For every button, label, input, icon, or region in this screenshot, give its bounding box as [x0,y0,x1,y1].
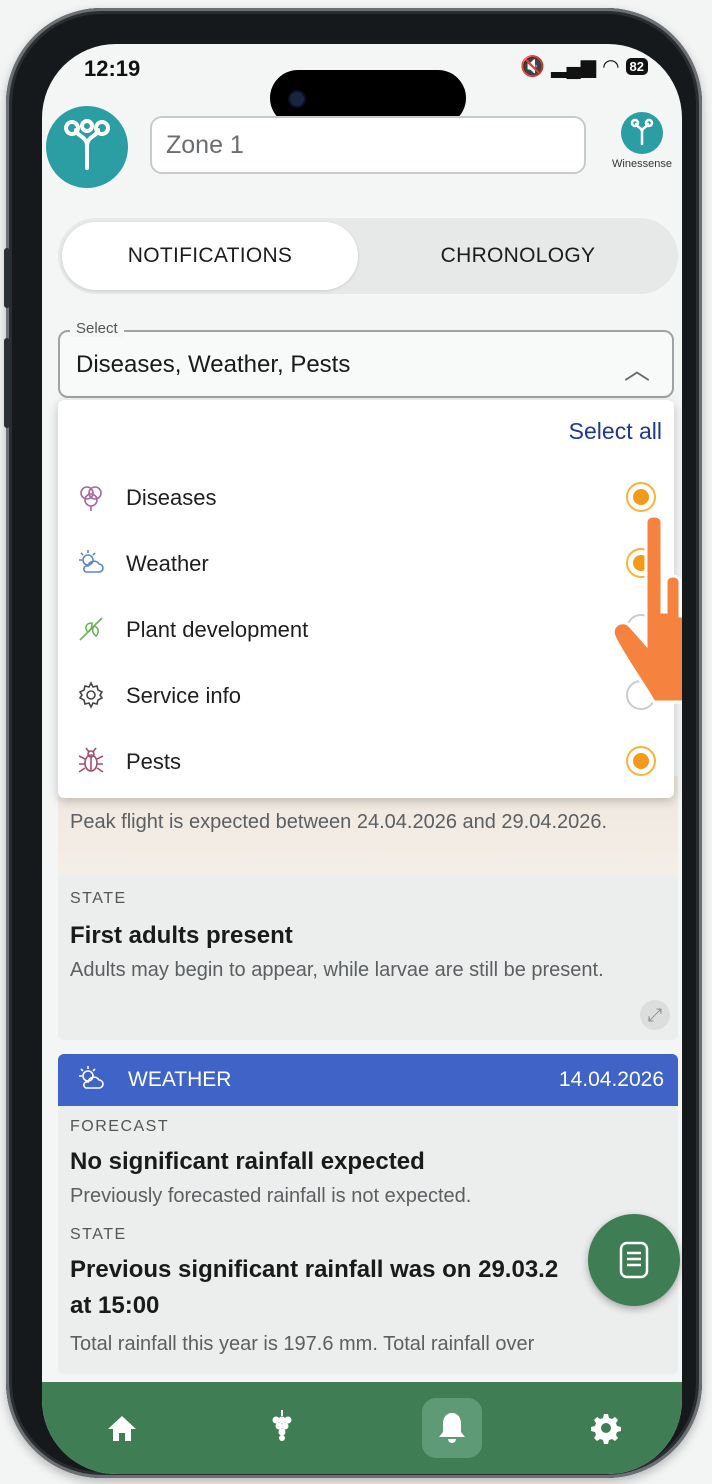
bottom-navigation [42,1382,682,1474]
side-button [4,338,10,428]
option-diseases[interactable]: Diseases [58,468,674,528]
grapes-icon [272,1410,292,1441]
select-value: Diseases, Weather, Pests [76,351,351,378]
state-body: Adults may begin to appear, while larvae… [70,959,604,981]
state-label: STATE [70,890,127,907]
state-label: STATE [70,1226,127,1243]
option-label: Weather [126,551,209,576]
brand-name: Winessense [612,158,672,170]
option-weather[interactable]: Weather [58,534,674,594]
pest-notification-card[interactable]: Peak flight is expected between 24.04.20… [58,776,678,1040]
brand-logo-icon [621,112,663,154]
radio-selected[interactable] [626,482,656,512]
category-dropdown: Select all Diseases Weather Plant develo… [58,400,674,798]
radio-selected[interactable] [626,746,656,776]
nav-settings[interactable] [576,1398,636,1458]
select-all-button[interactable]: Select all [569,418,662,445]
weather-icon [79,550,104,573]
option-label: Diseases [126,485,217,510]
chevron-up-icon[interactable]: ︿ [624,350,650,387]
forecast-title: No significant rainfall expected [70,1148,425,1175]
nav-home[interactable] [92,1398,152,1458]
wifi-icon: ◠ [602,56,620,78]
brand-badge: Winessense [602,112,682,170]
gear-icon [78,681,104,709]
weather-icon [79,1066,104,1089]
option-label: Plant development [126,617,309,642]
state-title-line2: at 15:00 [70,1292,160,1319]
expand-icon[interactable]: ⤢ [640,1000,670,1030]
forecast-label: FORECAST [70,1118,170,1135]
zone-input[interactable]: Zone 1 [150,116,586,174]
option-pests[interactable]: Pests [58,732,674,792]
status-icons: 🔇 ▂▄▆ ◠ 82 [520,54,648,79]
option-plant-development[interactable]: Plant development [58,600,674,660]
bell-icon [439,1413,465,1443]
tab-notifications[interactable]: NOTIFICATIONS [62,222,358,290]
phone-frame: 12:19 🔇 ▂▄▆ ◠ 82 Zone 1 Winessense NOTIF… [4,8,702,1478]
select-legend: Select [70,320,124,337]
weather-card-header: WEATHER 14.04.2026 [58,1054,678,1106]
app-screen: 12:19 🔇 ▂▄▆ ◠ 82 Zone 1 Winessense NOTIF… [42,44,682,1474]
document-icon [619,1241,649,1279]
gear-icon [591,1414,621,1444]
nav-notifications[interactable] [422,1398,482,1458]
zone-value: Zone 1 [166,130,244,159]
status-time: 12:19 [84,56,141,81]
notes-fab-button[interactable] [588,1214,680,1306]
option-label: Service info [126,683,241,708]
option-service-info[interactable]: Service info [58,666,674,726]
signal-icon: ▂▄▆ [551,56,597,78]
nav-vineyard[interactable] [252,1398,312,1458]
option-label: Pests [126,749,182,774]
weather-header-label: WEATHER [128,1068,232,1091]
camera-icon [288,90,306,108]
state-title: First adults present [70,922,293,949]
side-button [4,248,10,308]
battery-icon: 82 [625,58,648,75]
diseases-icon [80,486,102,511]
category-select[interactable]: Select Diseases, Weather, Pests ︿ [58,320,674,398]
app-logo[interactable] [46,106,128,188]
state-body: Total rainfall this year is 197.6 mm. To… [70,1333,535,1355]
forecast-body: Previously forecasted rainfall is not ex… [70,1185,472,1207]
mute-icon: 🔇 [520,56,546,78]
weather-notification-card[interactable]: WEATHER 14.04.2026 FORECAST No significa… [58,1054,678,1374]
bug-icon [78,747,104,773]
plant-icon [79,617,103,641]
peak-flight-text: Peak flight is expected between 24.04.20… [70,811,608,833]
tab-bar: NOTIFICATIONS CHRONOLOGY [58,218,678,294]
state-title: Previous significant rainfall was on 29.… [70,1256,559,1283]
weather-header-date: 14.04.2026 [558,1068,664,1091]
vine-logo-icon [64,119,110,170]
home-icon [108,1416,136,1441]
pointer-hand-icon [611,514,682,704]
tab-chronology[interactable]: CHRONOLOGY [368,222,668,290]
